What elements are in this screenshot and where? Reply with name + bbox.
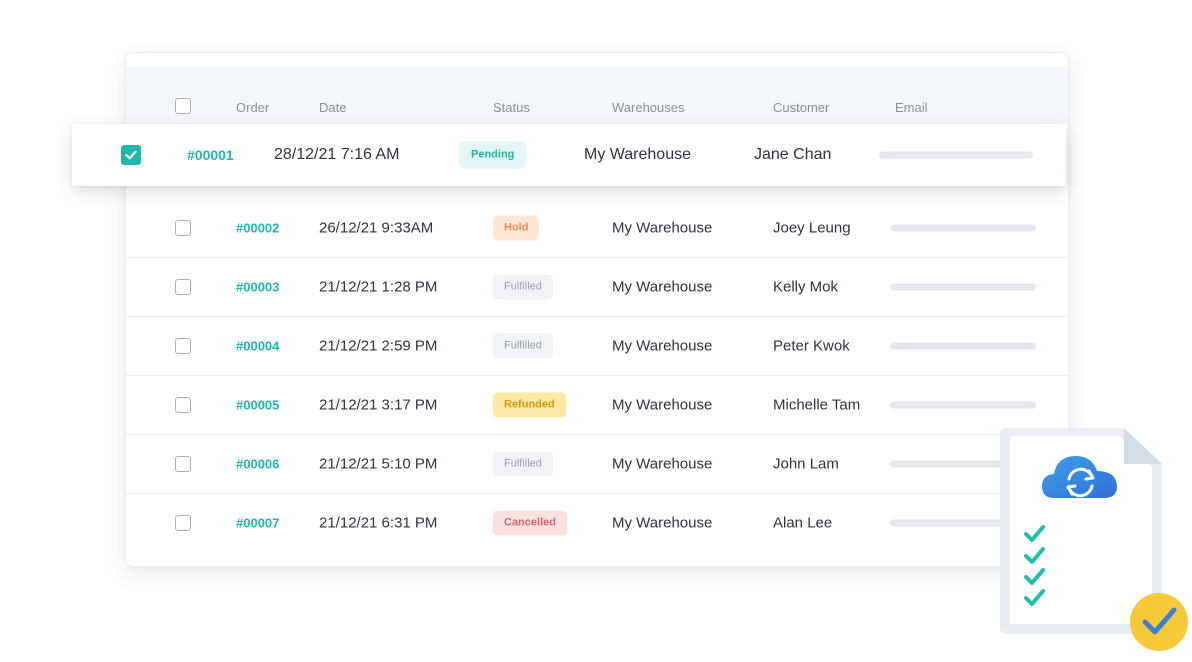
header-status[interactable]: Status [493, 100, 530, 115]
email-placeholder-bar [890, 224, 1036, 231]
header-date[interactable]: Date [319, 100, 346, 115]
check-badge-icon [1130, 593, 1188, 651]
warehouse-name: My Warehouse [612, 337, 713, 354]
email-placeholder-bar [890, 283, 1036, 290]
customer-name: Joey Leung [773, 219, 851, 236]
order-id-link[interactable]: #00001 [187, 147, 234, 163]
order-id-link[interactable]: #00002 [236, 220, 279, 235]
email-placeholder-bar [879, 151, 1033, 159]
header-warehouses[interactable]: Warehouses [612, 100, 685, 115]
customer-name: John Lam [773, 455, 839, 472]
header-order[interactable]: Order [236, 100, 269, 115]
order-id-link[interactable]: #00005 [236, 397, 279, 412]
warehouse-name: My Warehouse [612, 455, 713, 472]
email-placeholder-bar [890, 342, 1036, 349]
status-badge: Pending [459, 141, 527, 169]
header-email[interactable]: Email [895, 100, 928, 115]
warehouse-name: My Warehouse [612, 514, 713, 531]
customer-name: Michelle Tam [773, 396, 861, 413]
table-row[interactable]: #00005 21/12/21 3:17 PM Refunded My Warehou… [126, 375, 1068, 435]
order-id-link[interactable]: #00004 [236, 338, 279, 353]
checkmark-icon [121, 145, 141, 165]
table-row[interactable]: #00007 21/12/21 6:31 PM Cancelled My Wareho… [126, 493, 1068, 552]
status-badge: Cancelled [493, 510, 567, 535]
select-all-checkbox[interactable] [175, 98, 191, 114]
order-date: 26/12/21 9:33AM [319, 219, 434, 236]
document-sync-illustration [996, 426, 1192, 662]
table-row-selected[interactable]: #00001 28/12/21 7:16 AM Pending My Wareh… [72, 124, 1066, 186]
row-checkbox[interactable] [175, 514, 191, 531]
order-id-link[interactable]: #00007 [236, 515, 279, 530]
warehouse-name: My Warehouse [612, 396, 713, 413]
order-id-link[interactable]: #00003 [236, 279, 279, 294]
warehouse-name: My Warehouse [584, 146, 691, 163]
table-header: Order Date Status Warehouses Customer Em… [126, 66, 1068, 124]
order-date: 21/12/21 5:10 PM [319, 455, 438, 472]
order-date: 28/12/21 7:16 AM [274, 146, 400, 163]
status-badge: Fulfilled [493, 274, 553, 299]
email-placeholder-bar [890, 401, 1036, 408]
row-checkbox[interactable] [175, 278, 191, 295]
warehouse-name: My Warehouse [612, 219, 713, 236]
status-badge: Fulfilled [493, 451, 553, 476]
status-badge: Refunded [493, 392, 566, 417]
warehouse-name: My Warehouse [612, 278, 713, 295]
order-date: 21/12/21 3:17 PM [319, 396, 438, 413]
order-date: 21/12/21 1:28 PM [319, 278, 438, 295]
row-checkbox[interactable] [175, 396, 191, 413]
order-date: 21/12/21 6:31 PM [319, 514, 438, 531]
row-checkbox[interactable] [175, 455, 191, 472]
status-badge: Fulfilled [493, 333, 553, 358]
table-row[interactable]: #00003 21/12/21 1:28 PM Fulfilled My Wareho… [126, 257, 1068, 317]
order-date: 21/12/21 2:59 PM [319, 337, 438, 354]
table-row[interactable]: #00004 21/12/21 2:59 PM Fulfilled My Wareho… [126, 316, 1068, 376]
customer-name: Kelly Mok [773, 278, 839, 295]
customer-name: Peter Kwok [773, 337, 850, 354]
header-customer[interactable]: Customer [773, 100, 829, 115]
row-checkbox-checked[interactable] [121, 145, 141, 165]
row-checkbox[interactable] [175, 337, 191, 354]
table-row[interactable]: #00006 21/12/21 5:10 PM Fulfilled My Wareho… [126, 434, 1068, 494]
row-checkbox[interactable] [175, 219, 191, 236]
order-id-link[interactable]: #00006 [236, 456, 279, 471]
status-badge: Hold [493, 215, 540, 240]
customer-name: Jane Chan [754, 146, 832, 163]
customer-name: Alan Lee [773, 514, 833, 531]
table-row[interactable]: #00002 26/12/21 9:33AM Hold My Warehouse Joe… [126, 198, 1068, 258]
